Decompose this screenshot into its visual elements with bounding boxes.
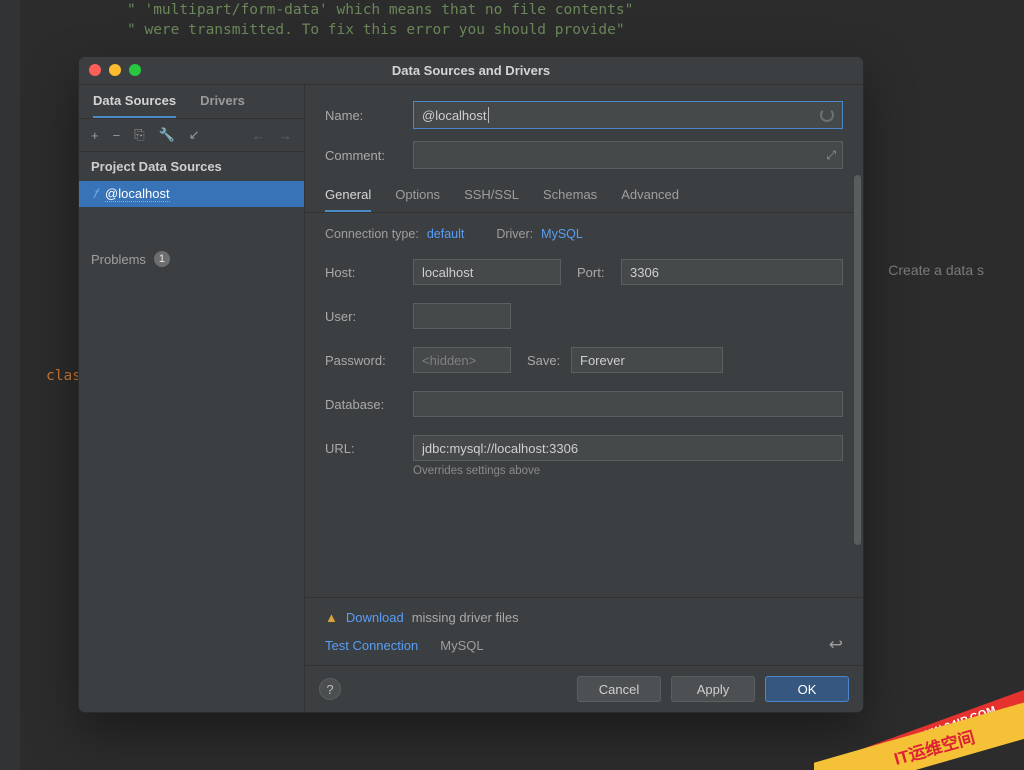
wrench-icon[interactable]: 🔧 <box>159 127 175 143</box>
copy-icon[interactable]: ⎘ <box>134 127 144 143</box>
comment-label: Comment: <box>325 148 413 163</box>
database-field[interactable] <box>413 391 843 417</box>
apply-button[interactable]: Apply <box>671 676 755 702</box>
port-field[interactable] <box>621 259 843 285</box>
scrollbar-thumb[interactable] <box>854 175 861 545</box>
driver-link[interactable]: MySQL <box>541 227 583 241</box>
warning-icon: ▲ <box>325 610 338 625</box>
data-source-item[interactable]: 𝑓 @localhost <box>79 181 304 207</box>
url-field[interactable] <box>413 435 843 461</box>
test-driver: MySQL <box>440 638 483 653</box>
tab-drivers[interactable]: Drivers <box>200 93 245 118</box>
back-icon[interactable]: ← <box>252 128 265 143</box>
tab-options[interactable]: Options <box>395 187 440 212</box>
conn-type-label: Connection type: <box>325 227 419 241</box>
scrollbar[interactable] <box>854 171 861 582</box>
name-field[interactable]: @localhost <box>413 101 843 129</box>
save-label: Save: <box>511 353 571 368</box>
problems-row[interactable]: Problems 1 <box>91 251 292 267</box>
tab-advanced[interactable]: Advanced <box>621 187 679 212</box>
problems-label: Problems <box>91 252 146 267</box>
conn-type-link[interactable]: default <box>427 227 465 241</box>
bg-hint-text: Create a data s <box>888 260 984 280</box>
bg-code-line: " 'multipart/form-data' which means that… <box>127 0 1024 20</box>
user-field[interactable] <box>413 303 511 329</box>
download-link[interactable]: Download <box>346 610 404 625</box>
data-sources-dialog: Data Sources and Drivers Data Sources Dr… <box>78 56 864 713</box>
forward-icon[interactable]: → <box>279 128 292 143</box>
window-maximize[interactable] <box>129 64 141 76</box>
window-minimize[interactable] <box>109 64 121 76</box>
window-close[interactable] <box>89 64 101 76</box>
titlebar: Data Sources and Drivers <box>79 57 863 85</box>
problems-count: 1 <box>154 251 170 267</box>
data-source-name: @localhost <box>105 186 170 202</box>
left-panel: Data Sources Drivers + − ⎘ 🔧 ↙ ← → Proje… <box>79 85 305 712</box>
tab-ssh-ssl[interactable]: SSH/SSL <box>464 187 519 212</box>
name-value: @localhost <box>422 108 487 123</box>
host-field[interactable] <box>413 259 561 285</box>
tab-data-sources[interactable]: Data Sources <box>93 93 176 118</box>
host-label: Host: <box>325 265 413 280</box>
bg-code-line: " were transmitted. To fix this error yo… <box>127 20 1024 40</box>
section-project-data-sources: Project Data Sources <box>79 152 304 181</box>
save-select[interactable]: Forever <box>571 347 723 373</box>
loading-spinner <box>820 108 834 122</box>
dialog-title: Data Sources and Drivers <box>392 63 550 78</box>
editor-gutter <box>0 0 20 770</box>
add-icon[interactable]: + <box>91 128 99 143</box>
password-field[interactable]: <hidden> <box>413 347 511 373</box>
cancel-button[interactable]: Cancel <box>577 676 661 702</box>
url-label: URL: <box>325 441 413 456</box>
driver-label: Driver: <box>496 227 533 241</box>
name-label: Name: <box>325 108 413 123</box>
remove-icon[interactable]: − <box>113 128 121 143</box>
help-button[interactable]: ? <box>319 678 341 700</box>
expand-icon[interactable]: ⤢ <box>826 148 836 163</box>
port-label: Port: <box>561 265 621 280</box>
reset-icon[interactable]: ↩ <box>829 635 843 655</box>
right-panel: Name: @localhost Comment: ⤢ General Opti… <box>305 85 863 712</box>
download-suffix: missing driver files <box>412 610 519 625</box>
tab-schemas[interactable]: Schemas <box>543 187 597 212</box>
url-hint: Overrides settings above <box>413 465 843 477</box>
user-label: User: <box>325 309 413 324</box>
database-label: Database: <box>325 397 413 412</box>
test-connection-link[interactable]: Test Connection <box>325 638 418 653</box>
data-source-icon: 𝑓 <box>93 187 97 202</box>
make-global-icon[interactable]: ↙ <box>189 127 200 143</box>
ok-button[interactable]: OK <box>765 676 849 702</box>
comment-field[interactable]: ⤢ <box>413 141 843 169</box>
password-label: Password: <box>325 353 413 368</box>
tab-general[interactable]: General <box>325 187 371 212</box>
